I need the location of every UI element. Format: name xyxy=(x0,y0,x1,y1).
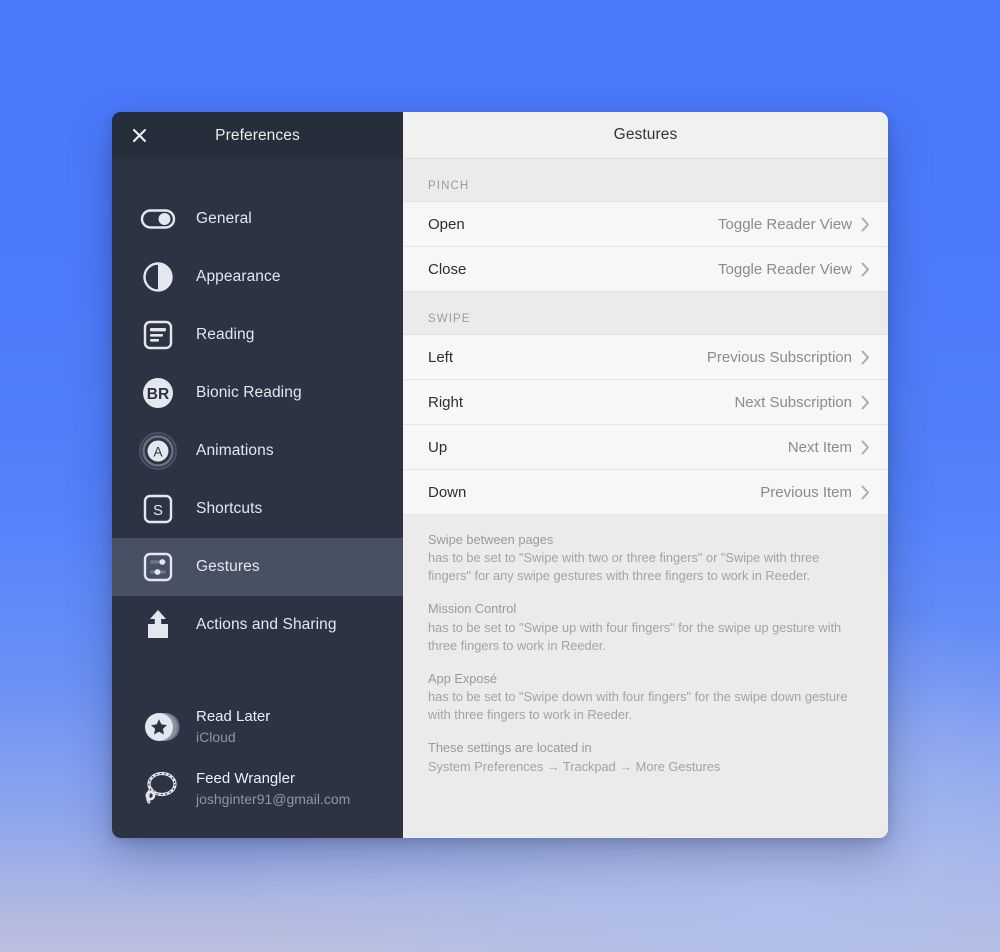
page-title: Gestures xyxy=(613,126,678,143)
sidebar-header: Preferences xyxy=(112,112,403,159)
star-stack-icon xyxy=(138,704,184,750)
account-sub: joshginter91@gmail.com xyxy=(196,790,351,807)
document-lines-icon xyxy=(138,315,178,355)
help-block: These settings are located in System Pre… xyxy=(428,739,863,775)
gesture-row-swipe-up[interactable]: Up Next Item xyxy=(403,425,888,470)
account-item-read-later[interactable]: Read Later iCloud xyxy=(112,696,403,758)
sliders-icon xyxy=(138,547,178,587)
close-icon xyxy=(132,128,147,143)
detail-header: Gestures xyxy=(403,112,888,159)
sidebar-accounts: Read Later iCloud Feed Wrangler joshgint… xyxy=(112,696,403,838)
row-label: Close xyxy=(428,260,467,278)
sidebar-title: Preferences xyxy=(215,126,300,144)
row-label: Left xyxy=(428,348,454,366)
row-value: Previous Subscription xyxy=(706,348,852,366)
svg-text:A: A xyxy=(153,445,162,460)
sidebar-item-shortcuts[interactable]: S Shortcuts xyxy=(112,480,403,538)
detail-panel: Gestures PINCH Open Toggle Reader View C… xyxy=(403,112,888,838)
help-text: has to be set to "Swipe up with four fin… xyxy=(428,619,842,653)
row-value: Next Item xyxy=(787,438,852,456)
sidebar-item-label: Reading xyxy=(196,326,255,343)
sidebar-item-bionic-reading[interactable]: BR Bionic Reading xyxy=(112,364,403,422)
sidebar-item-label: Bionic Reading xyxy=(196,384,302,401)
sidebar-item-reading[interactable]: Reading xyxy=(112,306,403,364)
lasso-rope-icon xyxy=(138,766,184,812)
account-name: Feed Wrangler xyxy=(196,769,295,787)
share-up-icon xyxy=(138,605,178,645)
gesture-row-swipe-right[interactable]: Right Next Subscription xyxy=(403,380,888,425)
toggle-switch-icon xyxy=(138,199,178,239)
br-badge-icon: BR xyxy=(138,373,178,413)
chevron-right-icon xyxy=(861,262,870,277)
a-rings-icon: A xyxy=(138,431,178,471)
gesture-row-swipe-left[interactable]: Left Previous Subscription xyxy=(403,335,888,380)
help-block: Mission Control has to be set to "Swipe … xyxy=(428,600,863,654)
help-title: These settings are located in xyxy=(428,740,592,756)
account-text: Read Later iCloud xyxy=(196,708,270,746)
help-title: Mission Control xyxy=(428,601,517,617)
row-right: Next Subscription xyxy=(734,394,870,411)
gesture-row-pinch-close[interactable]: Close Toggle Reader View xyxy=(403,247,888,292)
help-text: System Preferences → Trackpad → More Ges… xyxy=(428,758,721,774)
chevron-right-icon xyxy=(861,217,870,232)
sidebar: Preferences General Appearance Reading B… xyxy=(112,112,403,838)
sidebar-item-actions-and-sharing[interactable]: Actions and Sharing xyxy=(112,596,403,654)
half-circle-icon xyxy=(138,257,178,297)
row-value: Toggle Reader View xyxy=(718,215,852,233)
account-name: Read Later xyxy=(196,707,271,725)
help-block: Swipe between pages has to be set to "Sw… xyxy=(428,531,863,585)
help-text: has to be set to "Swipe down with four f… xyxy=(428,689,848,723)
row-value: Next Subscription xyxy=(734,393,852,411)
row-label: Down xyxy=(428,483,467,501)
sidebar-item-general[interactable]: General xyxy=(112,190,403,248)
row-label: Up xyxy=(428,438,448,456)
sidebar-nav: General Appearance Reading BR Bionic Rea… xyxy=(112,159,403,838)
row-right: Previous Item xyxy=(760,484,870,501)
row-label: Right xyxy=(428,393,464,411)
account-sub: iCloud xyxy=(196,728,236,745)
gesture-row-swipe-down[interactable]: Down Previous Item xyxy=(403,470,888,515)
section-header-label: SWIPE xyxy=(428,313,471,325)
sidebar-item-label: Gestures xyxy=(196,558,260,575)
detail-body: PINCH Open Toggle Reader View Close Togg… xyxy=(403,159,888,838)
row-right: Next Item xyxy=(788,439,870,456)
sidebar-item-label: Appearance xyxy=(196,268,281,285)
account-item-feed-wrangler[interactable]: Feed Wrangler joshginter91@gmail.com xyxy=(112,758,403,820)
sidebar-item-label: Animations xyxy=(196,442,274,459)
section-header-label: PINCH xyxy=(428,180,470,192)
account-text: Feed Wrangler joshginter91@gmail.com xyxy=(196,770,350,808)
help-text: has to be set to "Swipe with two or thre… xyxy=(428,550,820,584)
sidebar-item-appearance[interactable]: Appearance xyxy=(112,248,403,306)
gesture-row-pinch-open[interactable]: Open Toggle Reader View xyxy=(403,202,888,247)
row-value: Previous Item xyxy=(760,483,852,501)
help-title: App Exposé xyxy=(428,670,498,686)
row-right: Toggle Reader View xyxy=(718,261,870,278)
row-label: Open xyxy=(428,215,465,233)
sidebar-item-animations[interactable]: A Animations xyxy=(112,422,403,480)
sidebar-item-label: Shortcuts xyxy=(196,500,263,517)
row-right: Previous Subscription xyxy=(707,349,870,366)
chevron-right-icon xyxy=(861,395,870,410)
sidebar-item-label: Actions and Sharing xyxy=(196,616,337,633)
close-button[interactable] xyxy=(126,123,152,149)
row-value: Toggle Reader View xyxy=(718,260,852,278)
svg-text:BR: BR xyxy=(147,386,169,403)
sidebar-item-gestures[interactable]: Gestures xyxy=(112,538,403,596)
help-text-area: Swipe between pages has to be set to "Sw… xyxy=(403,515,888,838)
help-title: Swipe between pages xyxy=(428,532,554,547)
s-key-icon: S xyxy=(138,489,178,529)
chevron-right-icon xyxy=(861,440,870,455)
chevron-right-icon xyxy=(861,350,870,365)
sidebar-item-label: General xyxy=(196,210,252,227)
chevron-right-icon xyxy=(861,485,870,500)
row-right: Toggle Reader View xyxy=(718,216,870,233)
svg-text:S: S xyxy=(153,502,163,519)
section-header-pinch: PINCH xyxy=(403,159,888,202)
help-block: App Exposé has to be set to "Swipe down … xyxy=(428,670,863,724)
section-header-swipe: SWIPE xyxy=(403,292,888,335)
preferences-window: Preferences General Appearance Reading B… xyxy=(112,112,888,838)
